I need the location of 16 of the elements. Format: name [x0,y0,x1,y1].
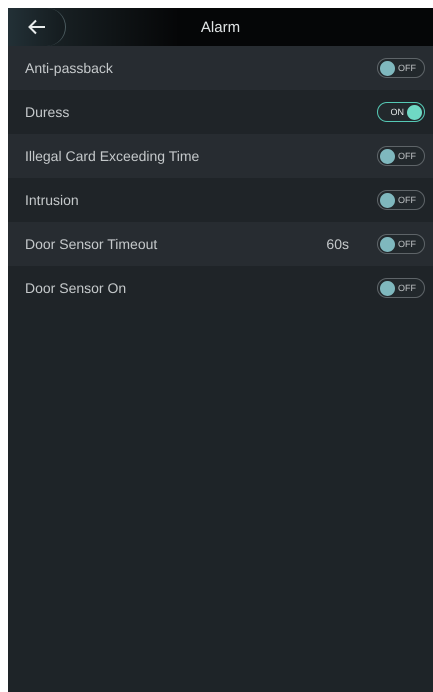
toggle-switch[interactable]: OFF [377,190,425,210]
toggle-switch[interactable]: ON [377,102,425,122]
setting-label: Anti-passback [25,60,114,76]
toggle-switch[interactable]: OFF [377,234,425,254]
toggle-switch[interactable]: OFF [377,278,425,298]
setting-label: Door Sensor Timeout [25,236,158,252]
setting-label: Door Sensor On [25,280,128,296]
setting-value: 60s [326,236,349,252]
setting-label: Illegal Card Exceeding Time [25,148,200,164]
setting-label: Duress [25,104,70,120]
setting-label: Intrusion [25,192,80,208]
back-button[interactable] [8,8,66,46]
toggle-switch[interactable]: OFF [377,146,425,166]
back-arrow-icon [28,19,46,35]
toggle-switch[interactable]: OFF [377,58,425,78]
page-title: Alarm [200,18,242,36]
